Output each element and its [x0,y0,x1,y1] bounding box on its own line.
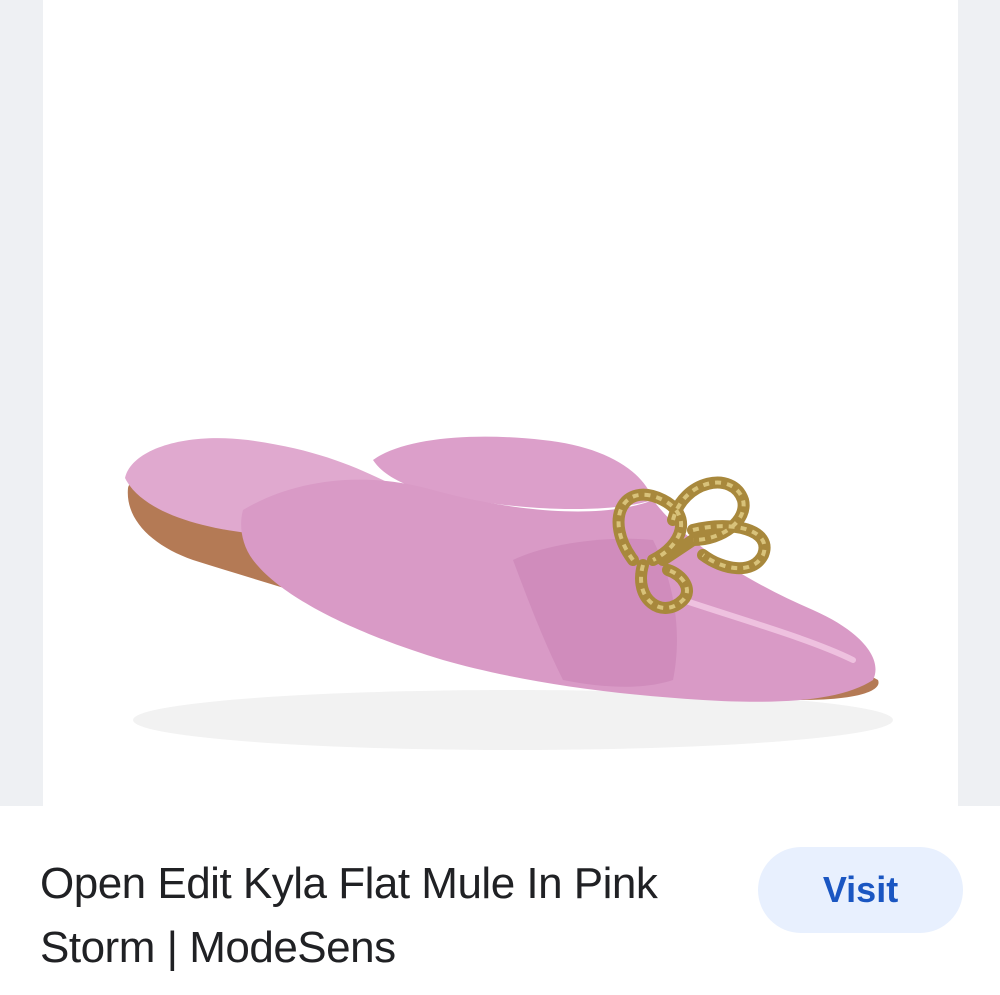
product-image-area [0,0,1000,806]
product-title[interactable]: Open Edit Kyla Flat Mule In Pink Storm |… [40,852,720,980]
shoe-illustration [125,436,893,750]
product-image[interactable] [43,0,958,806]
result-info-bar: Open Edit Kyla Flat Mule In Pink Storm |… [0,806,1000,995]
visit-button[interactable]: Visit [758,847,963,933]
